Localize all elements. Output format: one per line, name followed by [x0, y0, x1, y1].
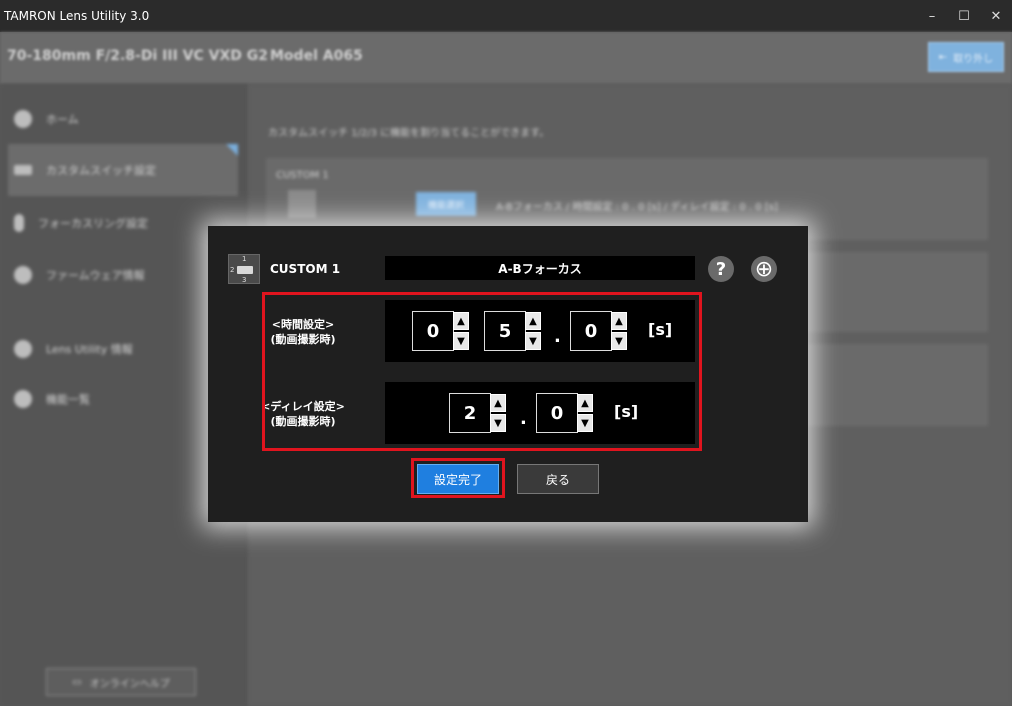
switch-icon — [14, 165, 32, 175]
remove-lens-button[interactable]: ⇤ 取り外し — [928, 42, 1004, 72]
app-title: TAMRON Lens Utility 3.0 — [4, 9, 150, 23]
help-icon[interactable]: ? — [708, 256, 734, 282]
sidebar-item-function-list[interactable]: 機能一覧 — [14, 390, 90, 408]
switch-icon — [288, 190, 316, 218]
focus-ring-icon — [14, 214, 24, 232]
sidebar-item-label: ホーム — [46, 113, 79, 126]
minimize-button[interactable]: – — [916, 0, 948, 32]
sidebar-item-lens-utility-info[interactable]: Lens Utility 情報 — [14, 340, 133, 358]
firmware-icon — [14, 266, 32, 284]
lens-name: 70-180mm F/2.8-Di III VC VXD G2 — [7, 48, 268, 64]
sidebar-item-label: ファームウェア情報 — [46, 269, 145, 282]
switch-number: 1 — [242, 255, 247, 263]
window-icon: ▭ — [72, 676, 82, 688]
active-corner-marker — [226, 144, 238, 156]
info-icon — [14, 340, 32, 358]
sidebar-item-focus-ring[interactable]: フォーカスリング設定 — [14, 214, 148, 232]
sidebar-item-label: フォーカスリング設定 — [38, 217, 148, 230]
switch-number: 3 — [242, 276, 247, 284]
sidebar-item-label: Lens Utility 情報 — [46, 343, 133, 356]
sidebar-item-firmware[interactable]: ファームウェア情報 — [14, 266, 145, 284]
title-bar: TAMRON Lens Utility 3.0 – ☐ ✕ — [0, 0, 1012, 32]
sidebar-item-custom-switch-content[interactable]: カスタムスイッチ設定 — [14, 162, 156, 178]
switch-lever — [237, 266, 253, 274]
custom-setting-dialog: 1 2 3 CUSTOM 1 A-Bフォーカス ? ⊕ <時間設定> (動画撮影… — [208, 226, 808, 522]
eject-icon: ⇤ — [938, 51, 948, 63]
confirm-settings-button[interactable]: 設定完了 — [417, 464, 499, 494]
maximize-button[interactable]: ☐ — [948, 0, 980, 32]
custom-switch-icon: 1 2 3 — [228, 254, 260, 284]
function-name-display: A-Bフォーカス — [385, 256, 695, 280]
model-name: Model A065 — [270, 48, 363, 64]
lens-header: 70-180mm F/2.8-Di III VC VXD G2 Model A0… — [0, 32, 1012, 84]
function-description: A-Bフォーカス / 時間設定 : 0 . 0 [s] / ディレイ設定 : 0… — [496, 202, 778, 213]
list-icon — [14, 390, 32, 408]
online-help-button[interactable]: ▭ オンラインヘルプ — [46, 668, 196, 696]
home-icon — [14, 110, 32, 128]
remove-lens-label: 取り外し — [953, 53, 994, 65]
sidebar-item-label: カスタムスイッチ設定 — [46, 164, 156, 177]
back-button[interactable]: 戻る — [517, 464, 599, 494]
globe-icon[interactable]: ⊕ — [751, 256, 777, 282]
switch-number: 2 — [230, 266, 235, 274]
window-controls: – ☐ ✕ — [916, 0, 1012, 32]
close-button[interactable]: ✕ — [980, 0, 1012, 32]
settings-highlight-frame — [262, 292, 702, 451]
panel-title: CUSTOM 1 — [276, 170, 329, 181]
sidebar-item-label: 機能一覧 — [46, 393, 90, 406]
function-select-button[interactable]: 機能選択 — [416, 192, 476, 216]
dialog-title: CUSTOM 1 — [270, 262, 341, 276]
sidebar-item-home[interactable]: ホーム — [14, 110, 79, 128]
online-help-label: オンラインヘルプ — [89, 678, 170, 690]
custom-switch-description: カスタムスイッチ 1/2/3 に機能を割り当てることができます。 — [268, 128, 550, 139]
